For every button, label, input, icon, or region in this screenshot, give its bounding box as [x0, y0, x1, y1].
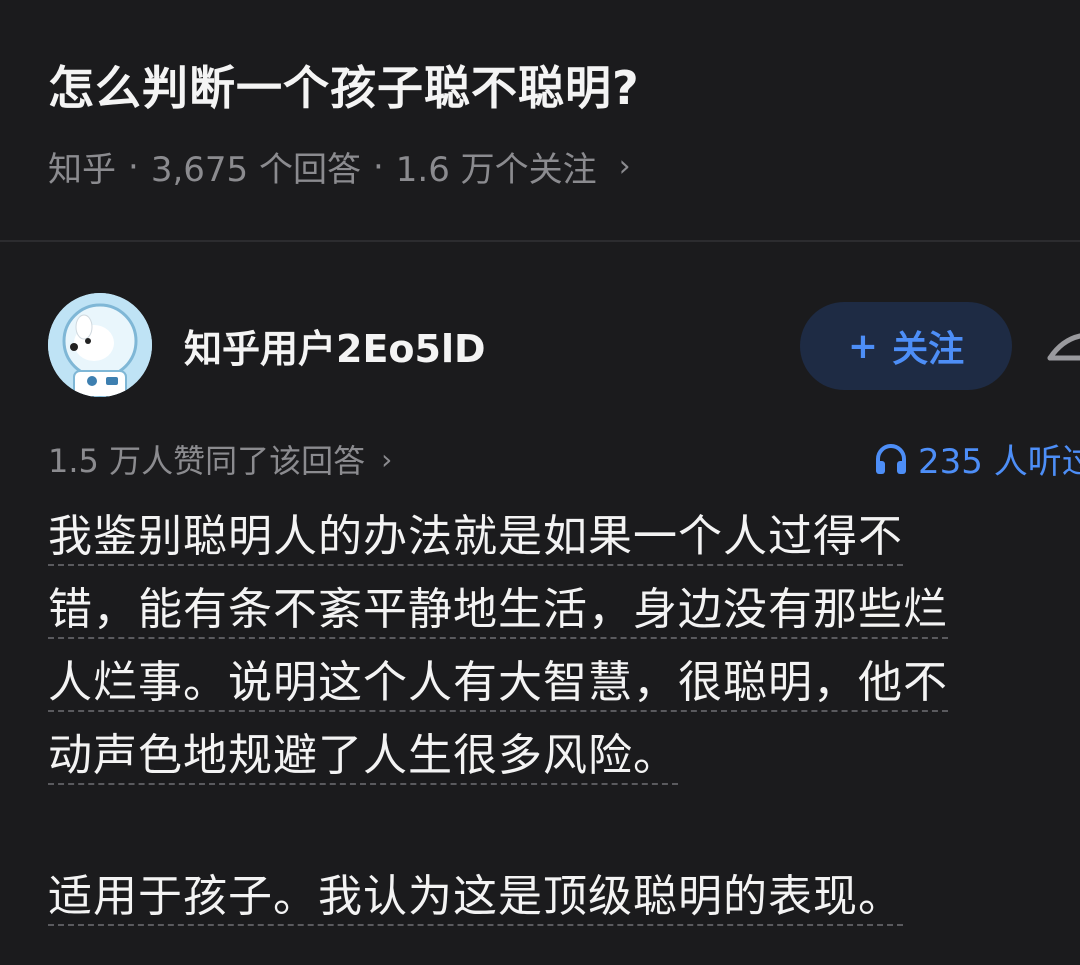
answer-body: 我鉴别聪明人的办法就是如果一个人过得不 错，能有条不紊平静地生活，身边没有那些烂… [48, 510, 1068, 943]
headphones-icon [876, 443, 906, 474]
agree-count: 1.5 万人赞同了该回答 [48, 442, 366, 480]
follower-count: 1.6 万个关注 [395, 150, 597, 190]
answer-line: 我鉴别聪明人的办法就是如果一个人过得不 [48, 510, 903, 566]
author-name[interactable]: 知乎用户2Eo5lD [184, 318, 486, 373]
question-meta[interactable]: 知乎 · 3,675 个回答 · 1.6 万个关注 › [48, 142, 631, 191]
zhihu-answer-page: 怎么判断一个孩子聪不聪明? 知乎 · 3,675 个回答 · 1.6 万个关注 … [0, 0, 1080, 965]
listen-button[interactable]: 235 人听过 [874, 434, 1080, 483]
meta-separator: · [128, 146, 139, 187]
chevron-right-icon: › [381, 442, 393, 476]
section-divider [0, 240, 1080, 242]
more-icon[interactable] [1040, 318, 1080, 378]
meta-separator: · [372, 146, 384, 187]
astronaut-dog-avatar-icon [48, 293, 152, 397]
answer-line: 适用于孩子。我认为这是顶级聪明的表现。 [48, 870, 903, 926]
answer-line: 动声色地规避了人生很多风险。 [48, 729, 678, 785]
plus-icon: + [847, 325, 879, 367]
source-label: 知乎 [48, 150, 116, 190]
answer-line: 人烂事。说明这个人有大智慧，很聪明，他不 [48, 656, 948, 712]
avatar[interactable] [48, 293, 152, 397]
follow-button[interactable]: + 关注 [800, 302, 1012, 390]
listen-count: 235 人听过 [918, 442, 1080, 482]
chevron-right-icon: › [618, 149, 631, 184]
question-title[interactable]: 怎么判断一个孩子聪不聪明? [48, 52, 640, 118]
follow-label: 关注 [892, 329, 965, 370]
agree-count-link[interactable]: 1.5 万人赞同了该回答 › [48, 436, 392, 482]
answer-line: 错，能有条不紊平静地生活，身边没有那些烂 [48, 583, 948, 639]
answer-count: 3,675 个回答 [150, 150, 361, 190]
